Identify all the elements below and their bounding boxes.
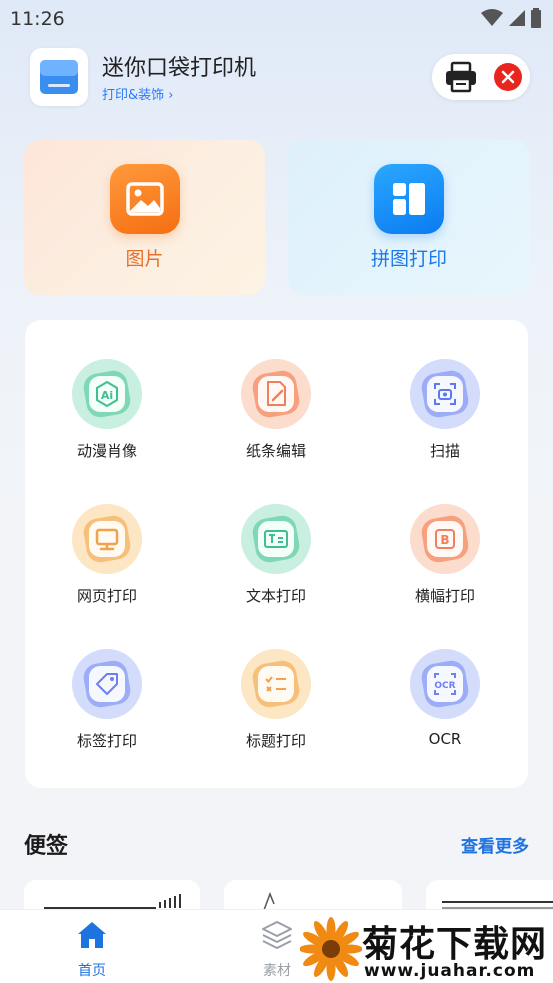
layers-icon bbox=[262, 921, 292, 949]
printer-icon bbox=[446, 61, 476, 93]
tool-title-print[interactable]: 标题打印 bbox=[216, 610, 336, 750]
signal-icon bbox=[509, 10, 525, 26]
close-icon bbox=[501, 70, 515, 84]
tool-label: 扫描 bbox=[429, 442, 460, 460]
svg-text:OCR: OCR bbox=[434, 681, 455, 691]
app-header: 迷你口袋打印机 打印&装饰 › bbox=[0, 44, 553, 114]
tool-label: 纸条编辑 bbox=[245, 442, 306, 460]
status-bar: 11:26 bbox=[0, 0, 553, 38]
svg-text:Ai: Ai bbox=[101, 389, 113, 402]
wifi-icon bbox=[481, 9, 503, 26]
tool-banner-print[interactable]: B 横幅打印 bbox=[385, 465, 505, 605]
tool-label: 文本打印 bbox=[245, 587, 306, 605]
tool-label: 标题打印 bbox=[245, 732, 306, 750]
printer-connection-button[interactable] bbox=[432, 54, 530, 100]
banner-print-icon: B bbox=[410, 504, 480, 574]
view-more-link[interactable]: 查看更多 bbox=[461, 832, 529, 857]
home-icon bbox=[78, 922, 106, 948]
flower-logo bbox=[300, 917, 362, 981]
tools-panel: Ai 动漫肖像 纸条编辑 扫描 网页打印 文本打印 B 横幅打印 标签打印 标题… bbox=[25, 320, 528, 788]
ocr-icon: OCR bbox=[410, 649, 480, 719]
status-time: 11:26 bbox=[10, 8, 65, 30]
tag-icon bbox=[72, 649, 142, 719]
tool-web-print[interactable]: 网页打印 bbox=[47, 465, 167, 605]
image-print-card[interactable]: 图片 bbox=[24, 140, 265, 295]
tool-label: OCR bbox=[428, 730, 462, 748]
ai-portrait-icon: Ai bbox=[72, 359, 142, 429]
tool-tag-print[interactable]: 标签打印 bbox=[47, 610, 167, 750]
collage-print-card[interactable]: 拼图打印 bbox=[288, 140, 530, 295]
svg-text:B: B bbox=[440, 533, 449, 547]
notes-section-title: 便签 bbox=[24, 834, 69, 859]
scan-icon bbox=[410, 359, 480, 429]
tool-text-print[interactable]: 文本打印 bbox=[216, 465, 336, 605]
image-icon bbox=[109, 164, 180, 234]
print-decorate-link[interactable]: 打印&装饰 › bbox=[102, 84, 173, 103]
disconnected-badge bbox=[494, 63, 522, 91]
tool-note-edit[interactable]: 纸条编辑 bbox=[216, 320, 336, 460]
watermark-text: 菊花下载网 bbox=[362, 924, 548, 965]
page-title: 迷你口袋打印机 bbox=[102, 56, 257, 81]
watermark: 菊花下载网 www.juahar.com bbox=[300, 915, 553, 983]
nav-home-label: 首页 bbox=[78, 963, 106, 979]
tool-label: 标签打印 bbox=[76, 732, 137, 750]
tool-label: 网页打印 bbox=[76, 587, 137, 605]
tool-anime-portrait[interactable]: Ai 动漫肖像 bbox=[47, 320, 167, 460]
web-print-icon bbox=[72, 504, 142, 574]
app-logo bbox=[30, 48, 88, 106]
note-edit-icon bbox=[241, 359, 311, 429]
checklist-icon bbox=[241, 649, 311, 719]
collage-print-label: 拼图打印 bbox=[370, 248, 447, 270]
tool-scan[interactable]: 扫描 bbox=[385, 320, 505, 460]
image-print-label: 图片 bbox=[125, 248, 164, 270]
text-print-icon bbox=[241, 504, 311, 574]
tool-label: 横幅打印 bbox=[414, 587, 475, 605]
collage-icon bbox=[374, 164, 444, 234]
battery-icon bbox=[531, 8, 541, 28]
tool-label: 动漫肖像 bbox=[76, 442, 137, 460]
nav-home[interactable]: 首页 bbox=[42, 910, 142, 983]
tool-ocr[interactable]: OCR OCR bbox=[385, 610, 505, 748]
watermark-url: www.juahar.com bbox=[364, 961, 536, 981]
